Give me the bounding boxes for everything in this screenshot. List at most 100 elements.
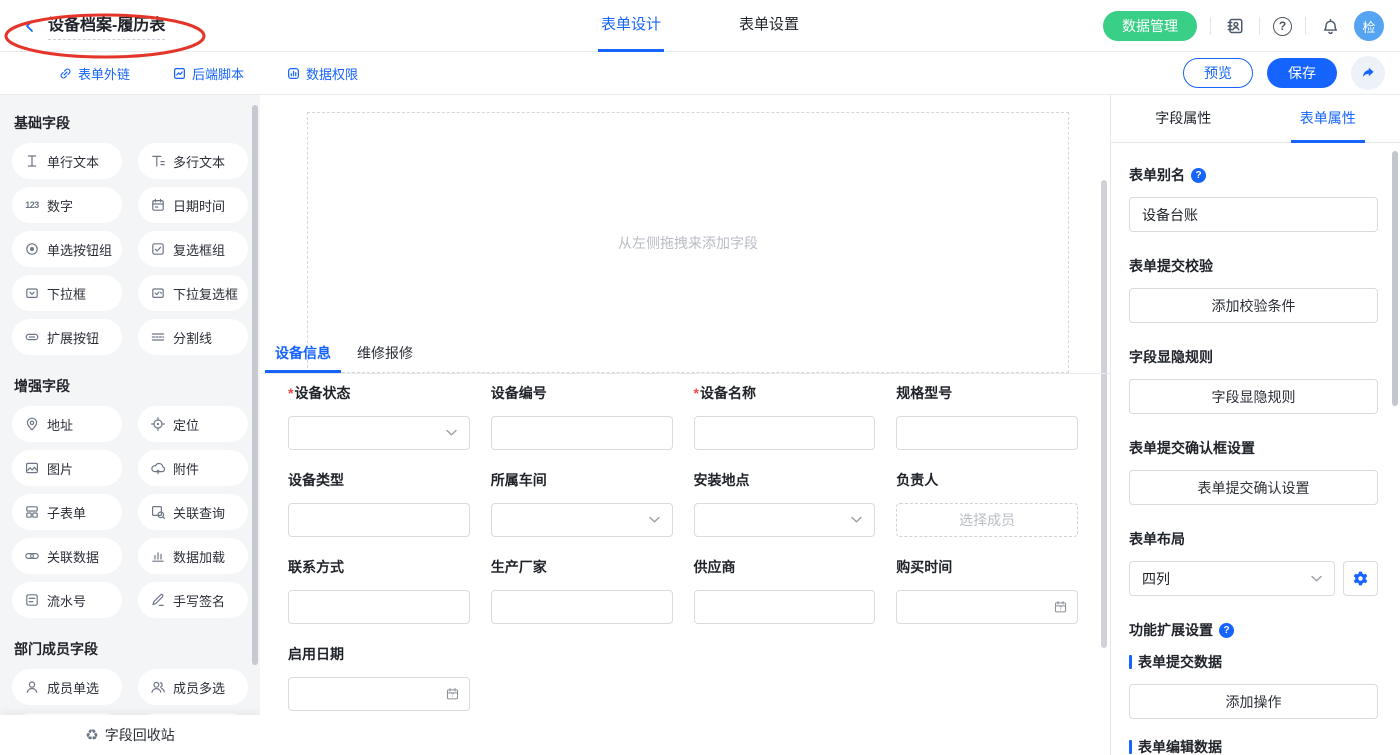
sidebar-scrollbar[interactable] <box>252 105 258 665</box>
field-extend-button[interactable]: 扩展按钮 <box>12 319 122 355</box>
save-button[interactable]: 保存 <box>1267 58 1337 88</box>
text-input-control[interactable] <box>288 503 470 537</box>
tab-field-properties[interactable]: 字段属性 <box>1111 95 1256 142</box>
user-avatar[interactable]: 检 <box>1354 11 1384 41</box>
field-dropdown[interactable]: 下拉框 <box>12 275 122 311</box>
accent-bar <box>1129 655 1132 669</box>
field-serial-number[interactable]: 流水号 <box>12 582 122 618</box>
back-button[interactable] <box>22 18 38 34</box>
field-address[interactable]: 地址 <box>12 406 122 442</box>
calendar-icon <box>150 197 166 213</box>
checkbox-icon <box>150 241 166 257</box>
text-input-control[interactable] <box>491 590 673 624</box>
form-field-contact[interactable]: 联系方式 <box>288 557 470 624</box>
text-input-control[interactable] <box>288 590 470 624</box>
field-recycle-bin[interactable]: ♻ 字段回收站 <box>0 715 260 755</box>
backend-script-button[interactable]: 后端脚本 <box>172 64 244 83</box>
form-field-install-location[interactable]: 安装地点 <box>694 470 876 537</box>
tab-form-properties[interactable]: 表单属性 <box>1256 95 1400 142</box>
tab-device-info[interactable]: 设备信息 <box>265 336 341 373</box>
form-field-device-name[interactable]: *设备名称 <box>694 383 876 450</box>
select-control[interactable] <box>491 503 673 537</box>
form-alias-input[interactable] <box>1129 197 1378 232</box>
accent-bar <box>1129 740 1132 754</box>
data-permission-button[interactable]: 数据权限 <box>286 64 358 83</box>
form-field-supplier[interactable]: 供应商 <box>694 557 876 624</box>
field-divider[interactable]: 分割线 <box>138 319 248 355</box>
extension-settings-label: 功能扩展设置 ? <box>1129 620 1378 640</box>
form-field-device-status[interactable]: *设备状态 <box>288 383 470 450</box>
select-control[interactable] <box>694 503 876 537</box>
field-number[interactable]: 123数字 <box>12 187 122 223</box>
properties-panel: 字段属性 表单属性 表单别名 ? 表单提交校验 添加校验条件 字段显隐规则 字段… <box>1110 95 1400 755</box>
field-datetime[interactable]: 日期时间 <box>138 187 248 223</box>
gear-icon <box>1352 570 1369 587</box>
text-input-control[interactable] <box>694 590 876 624</box>
form-field-spec-model[interactable]: 规格型号 <box>896 383 1078 450</box>
text-input-control[interactable] <box>491 416 673 450</box>
field-checkbox-group[interactable]: 复选框组 <box>138 231 248 267</box>
share-arrow-icon <box>1360 65 1376 81</box>
section-enhanced-fields: 增强字段 <box>14 376 248 396</box>
text-cursor-icon <box>24 153 40 169</box>
form-field-enable-date[interactable]: 启用日期 7 <box>288 644 470 711</box>
select-control[interactable] <box>288 416 470 450</box>
add-check-condition-button[interactable]: 添加校验条件 <box>1129 288 1378 323</box>
field-signature[interactable]: 手写签名 <box>138 582 248 618</box>
divider <box>1210 17 1211 35</box>
confirm-box-button[interactable]: 表单提交确认设置 <box>1129 470 1378 505</box>
form-field-purchase-date[interactable]: 购买时间 7 <box>896 557 1078 624</box>
visibility-rules-button[interactable]: 字段显隐规则 <box>1129 379 1378 414</box>
number-icon: 123 <box>24 200 40 210</box>
required-mark: * <box>694 385 699 401</box>
help-icon[interactable]: ? <box>1191 168 1206 183</box>
submit-data-add-action-button[interactable]: 添加操作 <box>1129 684 1378 719</box>
tab-form-design[interactable]: 表单设计 <box>598 0 664 52</box>
bell-icon[interactable] <box>1319 15 1341 37</box>
help-icon[interactable]: ? <box>1219 623 1234 638</box>
text-input-control[interactable] <box>694 416 876 450</box>
help-icon[interactable]: ? <box>1273 17 1292 36</box>
field-subform[interactable]: 子表单 <box>12 494 122 530</box>
drag-dropzone[interactable]: 从左侧拖拽来添加字段 <box>307 112 1069 373</box>
field-radio-group[interactable]: 单选按钮组 <box>12 231 122 267</box>
lookup-icon <box>150 504 166 520</box>
field-data-load[interactable]: 数据加载 <box>138 538 248 574</box>
field-multi-line-text[interactable]: 多行文本 <box>138 143 248 179</box>
layout-select[interactable]: 四列 <box>1129 561 1335 596</box>
share-button[interactable] <box>1351 56 1385 90</box>
extension-settings-section: 功能扩展设置 ? 表单提交数据 添加操作 表单编辑数据 添加操作 <box>1129 620 1378 755</box>
field-member-multi[interactable]: 成员多选 <box>138 669 248 705</box>
field-member-single[interactable]: 成员单选 <box>12 669 122 705</box>
form-field-device-type[interactable]: 设备类型 <box>288 470 470 537</box>
tab-repair-report[interactable]: 维修报修 <box>347 336 423 373</box>
text-input-control[interactable] <box>896 416 1078 450</box>
form-field-device-no[interactable]: 设备编号 <box>491 383 673 450</box>
form-field-workshop[interactable]: 所属车间 <box>491 470 673 537</box>
form-field-owner[interactable]: 负责人 选择成员 <box>896 470 1078 537</box>
layout-settings-button[interactable] <box>1343 561 1378 596</box>
field-single-line-text[interactable]: 单行文本 <box>12 143 122 179</box>
image-icon <box>24 460 40 476</box>
form-designer-app: 设备档案-履历表 表单设计 表单设置 数据管理 ? 检 <box>0 0 1400 755</box>
form-toolbar: 表单外链 后端脚本 数据权限 预览 保存 <box>0 52 1400 95</box>
field-location[interactable]: 定位 <box>138 406 248 442</box>
field-attachment[interactable]: 附件 <box>138 450 248 486</box>
date-input-control[interactable]: 7 <box>288 677 470 711</box>
field-multi-dropdown[interactable]: 下拉复选框 <box>138 275 248 311</box>
form-field-manufacturer[interactable]: 生产厂家 <box>491 557 673 624</box>
member-picker-control[interactable]: 选择成员 <box>896 503 1078 537</box>
form-title[interactable]: 设备档案-履历表 <box>48 11 165 40</box>
tab-form-settings[interactable]: 表单设置 <box>736 0 802 52</box>
preview-button[interactable]: 预览 <box>1183 58 1253 88</box>
data-manage-button[interactable]: 数据管理 <box>1103 11 1197 41</box>
date-input-control[interactable]: 7 <box>896 590 1078 624</box>
contacts-icon[interactable] <box>1224 15 1246 37</box>
canvas-scrollbar[interactable] <box>1101 180 1107 648</box>
panel-scrollbar[interactable] <box>1392 151 1398 406</box>
external-link-button[interactable]: 表单外链 <box>58 64 130 83</box>
submit-check-section: 表单提交校验 添加校验条件 <box>1129 256 1378 323</box>
field-linked-data[interactable]: 关联数据 <box>12 538 122 574</box>
field-image[interactable]: 图片 <box>12 450 122 486</box>
field-linked-query[interactable]: 关联查询 <box>138 494 248 530</box>
